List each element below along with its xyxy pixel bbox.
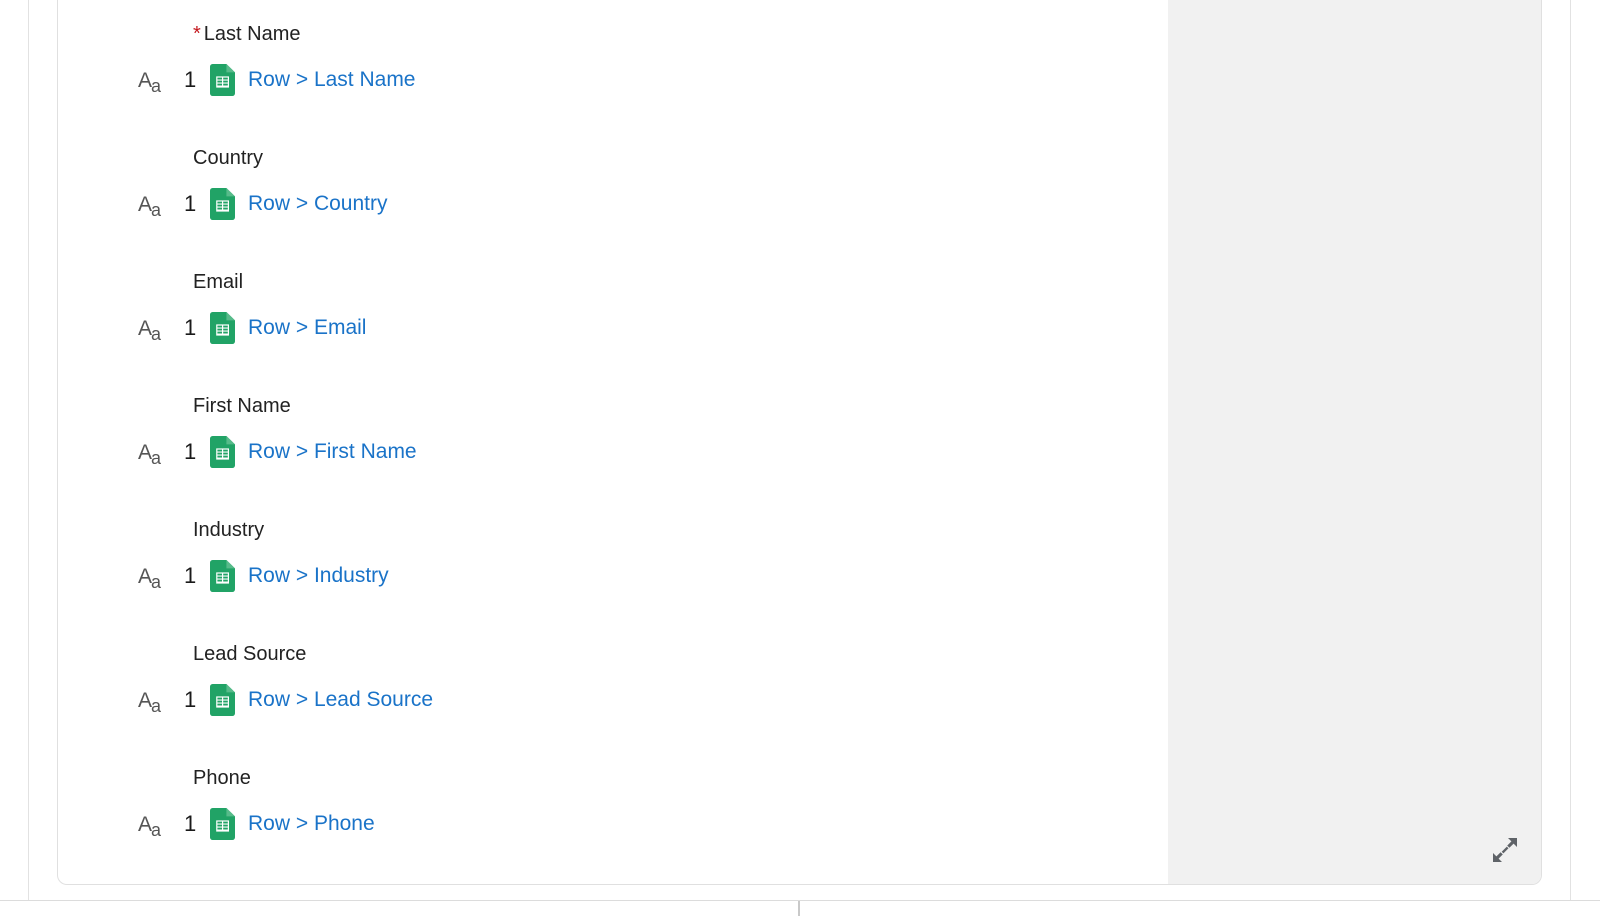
field-mapping-link[interactable]: Row > Last Name (248, 68, 416, 92)
expand-diagonal-icon[interactable] (1491, 836, 1519, 864)
field-mapping-row-country[interactable]: Country Aa 1 Row > Country (58, 124, 1168, 248)
field-mapping-list-pane: * Last Name Aa 1 Row > Last Name Country… (58, 0, 1168, 884)
field-mapping-row-phone[interactable]: Phone Aa 1 Row > Phone (58, 744, 1168, 868)
field-label-text: Industry (193, 519, 265, 541)
field-mapping-link[interactable]: Row > First Name (248, 440, 417, 464)
field-mapping-value: Aa 1 Row > Industry (138, 558, 389, 594)
field-mapping-link[interactable]: Row > Lead Source (248, 688, 433, 712)
required-asterisk: * (193, 23, 201, 45)
page-frame-rule-left (28, 0, 29, 901)
google-sheets-icon (210, 684, 236, 716)
field-mapping-row-email[interactable]: Email Aa 1 Row > Email (58, 248, 1168, 372)
google-sheets-icon (210, 808, 236, 840)
field-mapping-link[interactable]: Row > Country (248, 192, 387, 216)
text-type-icon: Aa (138, 192, 162, 220)
card-body: * Last Name Aa 1 Row > Last Name Country… (58, 0, 1541, 884)
field-label-text: Country (193, 147, 264, 169)
step-number: 1 (184, 439, 197, 464)
field-mapping-value: Aa 1 Row > Email (138, 310, 366, 346)
google-sheets-icon (210, 312, 236, 344)
field-mapping-value: Aa 1 Row > Lead Source (138, 682, 433, 718)
google-sheets-icon (210, 560, 236, 592)
field-label-text: Email (193, 271, 244, 293)
field-label: First Name (193, 394, 291, 418)
screen: * Last Name Aa 1 Row > Last Name Country… (0, 0, 1600, 916)
step-number: 1 (184, 191, 197, 216)
text-type-icon: Aa (138, 316, 162, 344)
text-type-icon: Aa (138, 688, 162, 716)
field-label-text: First Name (193, 395, 291, 417)
field-mapping-link[interactable]: Row > Phone (248, 812, 375, 836)
step-number: 1 (184, 315, 197, 340)
text-type-icon: Aa (138, 564, 162, 592)
field-mapping-link[interactable]: Row > Email (248, 316, 366, 340)
field-label: Industry (193, 518, 264, 542)
field-mapping-link[interactable]: Row > Industry (248, 564, 389, 588)
field-label-text: Phone (193, 767, 251, 789)
text-type-icon: Aa (138, 812, 162, 840)
preview-panel (1168, 0, 1541, 884)
google-sheets-icon (210, 188, 236, 220)
field-mapping-value: Aa 1 Row > Phone (138, 806, 375, 842)
bottom-divider (0, 900, 1600, 901)
field-mapping-value: Aa 1 Row > First Name (138, 434, 417, 470)
field-mapping-row-lead-source[interactable]: Lead Source Aa 1 Row > Lead Source (58, 620, 1168, 744)
field-mapping-card: * Last Name Aa 1 Row > Last Name Country… (57, 0, 1542, 885)
field-mapping-list: * Last Name Aa 1 Row > Last Name Country… (58, 0, 1168, 868)
field-label-text: Lead Source (193, 643, 307, 665)
field-label: Lead Source (193, 642, 306, 666)
google-sheets-icon (210, 64, 236, 96)
field-mapping-value: Aa 1 Row > Last Name (138, 62, 416, 98)
field-label-text: Last Name (203, 23, 301, 45)
step-number: 1 (184, 563, 197, 588)
bottom-separator (798, 901, 800, 916)
step-number: 1 (184, 687, 197, 712)
field-mapping-row-industry[interactable]: Industry Aa 1 Row > Industry (58, 496, 1168, 620)
step-number: 1 (184, 67, 197, 92)
field-label: Email (193, 270, 243, 294)
field-label: Country (193, 146, 263, 170)
step-number: 1 (184, 811, 197, 836)
field-label: Phone (193, 766, 251, 790)
google-sheets-icon (210, 436, 236, 468)
text-type-icon: Aa (138, 68, 162, 96)
text-type-icon: Aa (138, 440, 162, 468)
field-mapping-row-first-name[interactable]: First Name Aa 1 Row > First Name (58, 372, 1168, 496)
page-frame-rule-right (1570, 0, 1571, 901)
field-mapping-value: Aa 1 Row > Country (138, 186, 387, 222)
field-label: * Last Name (193, 22, 301, 46)
field-mapping-row-last-name[interactable]: * Last Name Aa 1 Row > Last Name (58, 0, 1168, 124)
